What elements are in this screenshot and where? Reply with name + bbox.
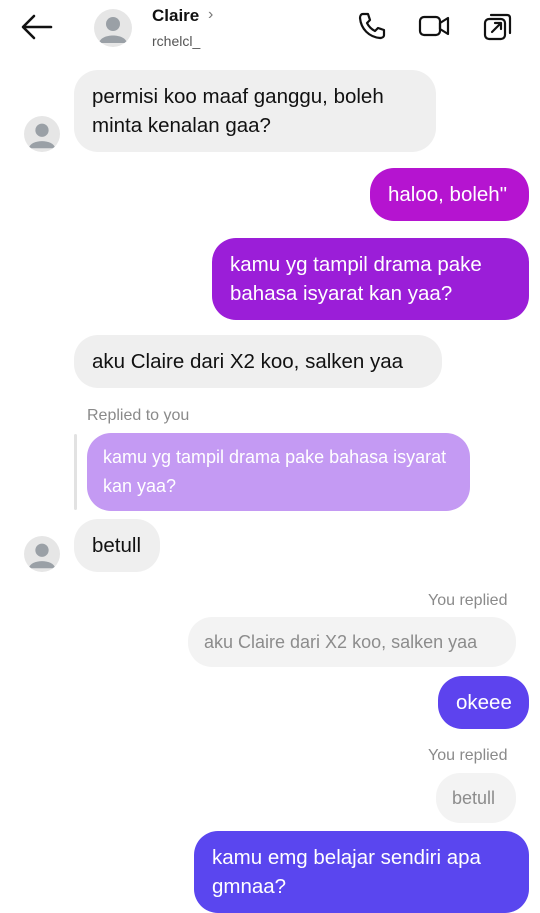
replied-message-quote[interactable]: kamu yg tampil drama pake bahasa isyarat…	[87, 433, 470, 511]
default-avatar-icon	[28, 123, 56, 149]
replied-message-quote[interactable]: betull	[436, 773, 516, 823]
message-bubble-incoming[interactable]: betull	[74, 519, 160, 572]
share-icon[interactable]	[482, 10, 514, 42]
message-bubble-outgoing[interactable]: kamu emg belajar sendiri apa gmnaa?	[194, 831, 529, 913]
avatar[interactable]	[24, 536, 60, 572]
avatar[interactable]	[94, 9, 132, 47]
message-bubble-outgoing[interactable]: okeee	[438, 676, 529, 729]
avatar[interactable]	[24, 116, 60, 152]
contact-username[interactable]: rchelcl_	[152, 33, 200, 49]
default-avatar-icon	[28, 543, 56, 569]
reply-label: You replied	[428, 747, 508, 764]
message-bubble-outgoing[interactable]: haloo, boleh"	[370, 168, 529, 221]
reply-label: Replied to you	[87, 407, 190, 424]
back-arrow-icon[interactable]	[20, 12, 54, 42]
message-bubble-outgoing[interactable]: kamu yg tampil drama pake bahasa isyarat…	[212, 238, 529, 320]
chat-header: Claire › rchelcl_	[0, 0, 540, 56]
reply-label: You replied	[428, 592, 508, 609]
replied-message-quote[interactable]: aku Claire dari X2 koo, salken yaa	[188, 617, 516, 667]
contact-name[interactable]: Claire	[152, 6, 199, 26]
chevron-right-icon[interactable]: ›	[208, 6, 213, 24]
video-icon[interactable]	[418, 10, 450, 42]
reply-divider	[74, 434, 77, 510]
phone-icon[interactable]	[356, 10, 388, 42]
default-avatar-icon	[99, 17, 127, 43]
message-bubble-incoming[interactable]: aku Claire dari X2 koo, salken yaa	[74, 335, 442, 388]
message-bubble-incoming[interactable]: permisi koo maaf ganggu, boleh minta ken…	[74, 70, 436, 152]
